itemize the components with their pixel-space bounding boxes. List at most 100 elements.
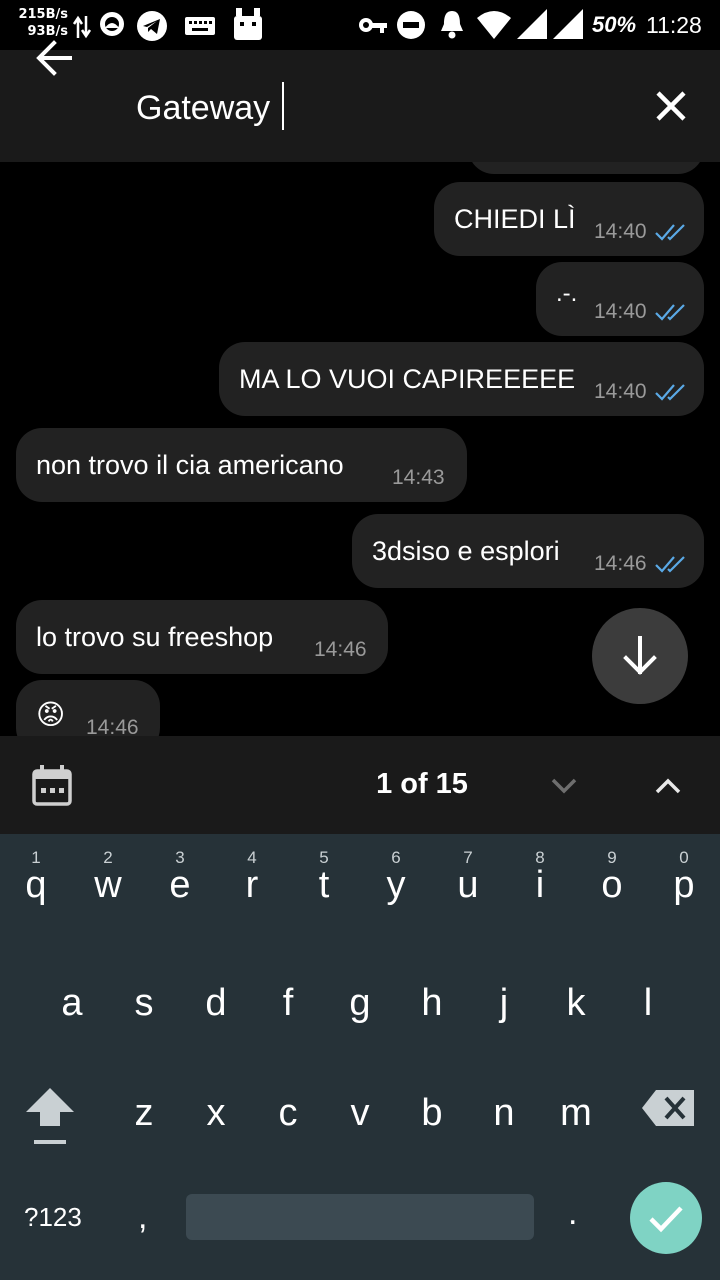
text-cursor xyxy=(282,82,284,130)
key-r[interactable]: 4r xyxy=(216,834,288,934)
key-label: m xyxy=(560,1092,592,1134)
key-label: a xyxy=(61,982,83,1024)
message-time: 14:40 xyxy=(594,220,647,243)
key-p[interactable]: 0p xyxy=(648,834,720,934)
key-b[interactable]: b xyxy=(396,1062,468,1162)
signal-strength-icon xyxy=(517,9,547,39)
key-w[interactable]: 2w xyxy=(72,834,144,934)
message-time: 14:43 xyxy=(392,466,445,489)
key-f[interactable]: f xyxy=(252,952,324,1052)
upload-speed: 215B/s xyxy=(18,7,68,22)
key-label: v xyxy=(350,1092,370,1134)
read-receipt-icon xyxy=(655,304,685,321)
key-label: b xyxy=(421,1092,443,1134)
key-label: q xyxy=(25,864,47,906)
period-key[interactable]: . xyxy=(568,1194,577,1233)
close-icon[interactable] xyxy=(645,80,697,132)
key-label: p xyxy=(673,864,695,906)
key-label: y xyxy=(386,864,406,906)
key-label: h xyxy=(421,982,443,1024)
key-g[interactable]: g xyxy=(324,952,396,1052)
read-receipt-icon xyxy=(655,556,685,573)
shift-key-icon[interactable] xyxy=(22,1084,78,1150)
message-time: 14:46 xyxy=(314,638,367,661)
message-time: 14:46 xyxy=(594,552,647,575)
spacebar[interactable] xyxy=(186,1194,534,1240)
wifi-icon xyxy=(477,11,511,39)
key-v[interactable]: v xyxy=(324,1062,396,1162)
key-label: r xyxy=(245,864,259,906)
key-k[interactable]: k xyxy=(540,952,612,1052)
message-emoji: 😡 xyxy=(36,698,66,731)
key-o[interactable]: 9o xyxy=(576,834,648,934)
message-text: non trovo il cia americano xyxy=(36,450,344,480)
key-label: c xyxy=(278,1092,298,1134)
key-x[interactable]: x xyxy=(180,1062,252,1162)
key-label: g xyxy=(349,982,371,1024)
key-label: w xyxy=(94,864,122,906)
battery-percentage: 50% xyxy=(592,12,637,37)
key-s[interactable]: s xyxy=(108,952,180,1052)
key-t[interactable]: 5t xyxy=(288,834,360,934)
key-q[interactable]: 1q xyxy=(0,834,72,934)
key-label: e xyxy=(169,864,191,906)
comma-key[interactable]: , xyxy=(138,1198,147,1237)
key-l[interactable]: l xyxy=(612,952,684,1052)
key-j[interactable]: j xyxy=(468,952,540,1052)
status-bar: 215B/s 93B/s 50% 11:28 xyxy=(0,0,720,50)
message-bubble-incoming[interactable]: lo trovo su freeshop 14:46 xyxy=(16,600,388,674)
scroll-to-bottom-button[interactable] xyxy=(592,608,688,704)
key-label: i xyxy=(535,864,545,906)
message-bubble-incoming[interactable]: 😡 14:46 xyxy=(16,680,160,736)
key-h[interactable]: h xyxy=(396,952,468,1052)
read-receipt-icon xyxy=(655,224,685,241)
key-i[interactable]: 8i xyxy=(504,834,576,934)
backspace-key-icon[interactable] xyxy=(640,1088,698,1128)
checkmark-icon xyxy=(649,1206,683,1233)
chevron-up-icon[interactable] xyxy=(650,768,686,804)
key-label: z xyxy=(134,1092,154,1134)
app-notification-icon xyxy=(100,12,124,36)
key-d[interactable]: d xyxy=(180,952,252,1052)
key-label: k xyxy=(566,982,586,1024)
message-text: lo trovo su freeshop xyxy=(36,622,274,652)
key-y[interactable]: 6y xyxy=(360,834,432,934)
symbols-key[interactable]: ?123 xyxy=(24,1202,82,1233)
key-z[interactable]: z xyxy=(108,1062,180,1162)
key-label: l xyxy=(643,982,653,1024)
message-time: 14:46 xyxy=(86,716,139,736)
key-c[interactable]: c xyxy=(252,1062,324,1162)
message-bubble-outgoing[interactable]: 3dsiso e esplori 14:46 xyxy=(352,514,704,588)
message-bubble-partial xyxy=(468,162,704,174)
message-text: MA LO VUOI CAPIREEEEE xyxy=(239,364,576,394)
message-bubble-outgoing[interactable]: .-. 14:40 xyxy=(536,262,704,336)
key-e[interactable]: 3e xyxy=(144,834,216,934)
chevron-down-icon[interactable] xyxy=(546,768,582,804)
search-result-counter: 1 of 15 xyxy=(376,768,468,800)
search-input[interactable] xyxy=(136,80,616,136)
back-arrow-icon[interactable] xyxy=(26,30,86,86)
key-label: j xyxy=(499,982,509,1024)
key-n[interactable]: n xyxy=(468,1062,540,1162)
key-label: s xyxy=(134,982,154,1024)
status-clock: 11:28 xyxy=(646,12,702,38)
key-a[interactable]: a xyxy=(36,952,108,1052)
message-time: 14:40 xyxy=(594,380,647,403)
enter-button[interactable] xyxy=(630,1182,702,1254)
message-bubble-incoming[interactable]: non trovo il cia americano 14:43 xyxy=(16,428,467,502)
telegram-icon xyxy=(137,11,167,41)
alarm-bell-icon xyxy=(441,11,463,39)
message-bubble-outgoing[interactable]: MA LO VUOI CAPIREEEEE 14:40 xyxy=(219,342,704,416)
key-u[interactable]: 7u xyxy=(432,834,504,934)
keyboard-status-icon xyxy=(185,17,215,35)
message-bubble-outgoing[interactable]: CHIEDI LÌ 14:40 xyxy=(434,182,704,256)
key-m[interactable]: m xyxy=(540,1062,612,1162)
message-text: .-. xyxy=(556,280,578,307)
key-label: o xyxy=(601,864,623,906)
key-label: f xyxy=(282,982,294,1024)
key-label: t xyxy=(318,864,330,906)
key-label: n xyxy=(493,1092,515,1134)
calendar-icon[interactable] xyxy=(30,764,74,808)
signal-strength-icon-2 xyxy=(553,9,583,39)
key-label: d xyxy=(205,982,227,1024)
